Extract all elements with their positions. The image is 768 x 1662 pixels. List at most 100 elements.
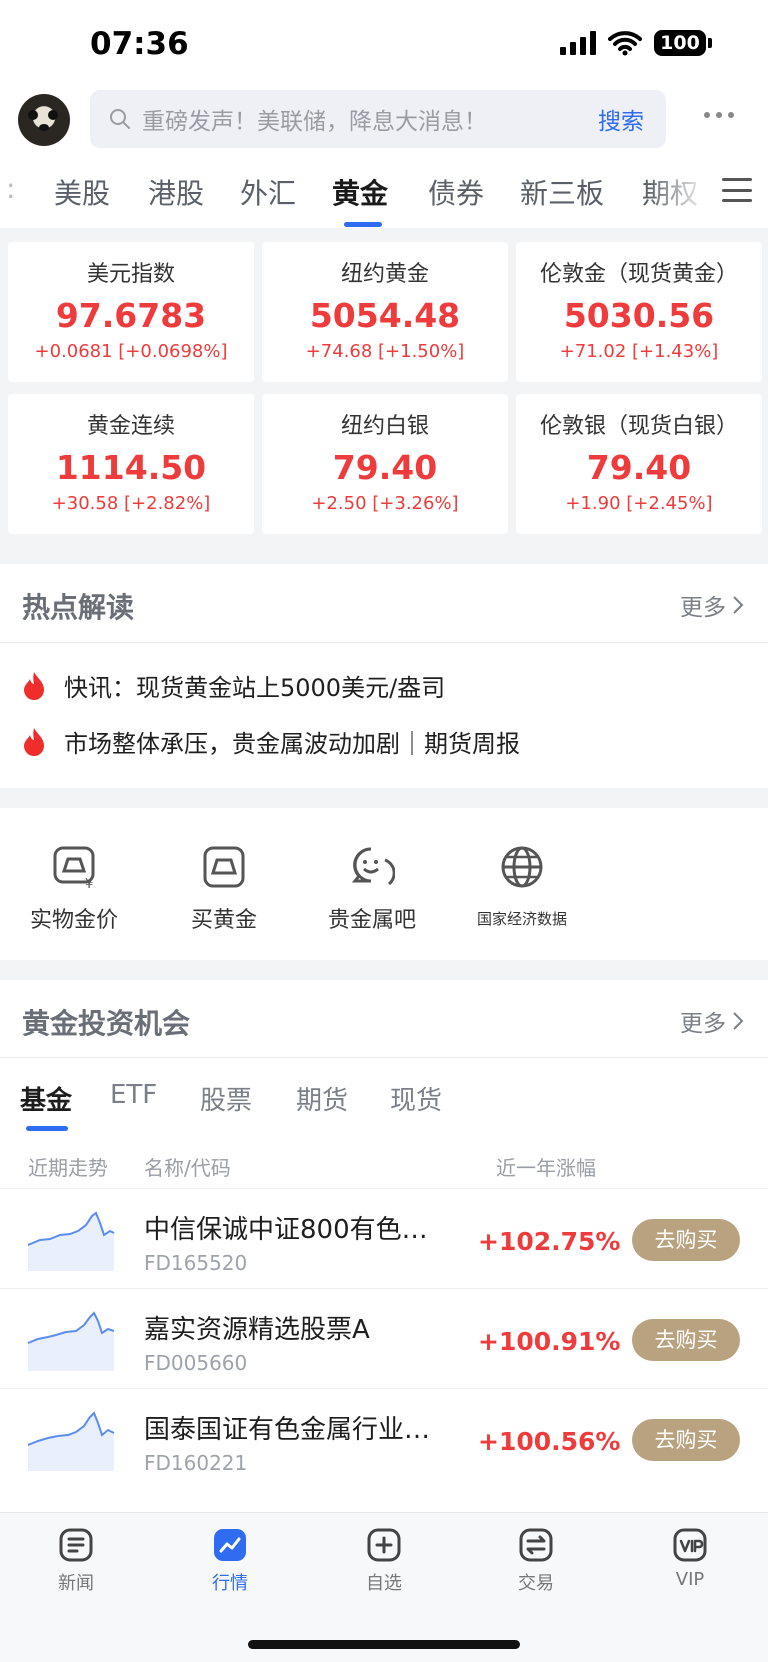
col-return[interactable]: 近一年涨幅: [496, 1152, 596, 1181]
fund-row[interactable]: 嘉实资源精选股票A FD005660 +100.91% 去购买: [0, 1288, 768, 1388]
quote-name: 伦敦金（现货黄金）: [539, 262, 738, 287]
search-icon: [110, 109, 130, 129]
quote-card[interactable]: 伦敦金（现货黄金） 5030.56 +71.02 [+1.43%]: [516, 242, 762, 382]
tab-spot[interactable]: 现货: [390, 1080, 442, 1117]
quote-change: +2.50 [+3.26%]: [311, 493, 459, 514]
tab-stocks[interactable]: 股票: [200, 1080, 252, 1117]
nav-trade[interactable]: 交易: [486, 1527, 586, 1595]
avatar[interactable]: [18, 94, 70, 146]
quote-name: 伦敦银（现货白银）: [539, 414, 738, 439]
quick-entry-gold-price[interactable]: ¥ 实物金价: [0, 844, 148, 934]
quote-grid: 美元指数 97.6783 +0.0681 [+0.0698%] 纽约黄金 505…: [0, 236, 768, 546]
quick-entries: ¥ 实物金价 买黄金 贵金属吧 国家经济数据: [0, 808, 768, 960]
section-title: 热点解读: [22, 591, 135, 624]
top-header: 重磅发声！美联储，降息大消息！ 搜索: [0, 90, 768, 152]
more-icon[interactable]: [704, 112, 734, 118]
wifi-icon: [608, 31, 642, 56]
quote-price: 1114.50: [55, 448, 207, 487]
nav-market[interactable]: 行情: [180, 1527, 280, 1595]
quote-name: 美元指数: [86, 262, 175, 287]
news-title: 快讯：现货黄金站上5000美元/盎司: [64, 674, 446, 702]
quick-entry-buy-gold[interactable]: 买黄金: [150, 844, 298, 934]
status-time: 07:36: [90, 26, 189, 62]
section-title: 黄金投资机会: [22, 1007, 191, 1040]
quick-entry-forum[interactable]: 贵金属吧: [298, 844, 446, 934]
fund-code: FD160221: [144, 1451, 248, 1475]
battery-icon: 100: [654, 30, 712, 56]
col-name: 名称/代码: [144, 1156, 231, 1180]
quote-name: 纽约黄金: [340, 262, 429, 287]
nav-watchlist[interactable]: 自选: [334, 1527, 434, 1595]
quote-price: 97.6783: [55, 296, 207, 335]
quote-card[interactable]: 纽约黄金 5054.48 +74.68 [+1.50%]: [262, 242, 508, 382]
market-icon: [214, 1529, 246, 1561]
quote-card[interactable]: 美元指数 97.6783 +0.0681 [+0.0698%]: [8, 242, 254, 382]
hot-topics-section: 热点解读 更多 快讯：现货黄金站上5000美元/盎司 市场整体承压，贵金属波动加…: [0, 564, 768, 788]
tab-forex[interactable]: 外汇: [240, 172, 296, 212]
news-item[interactable]: 市场整体承压，贵金属波动加剧｜期货周报: [22, 724, 520, 759]
search-bar[interactable]: 重磅发声！美联储，降息大消息！ 搜索: [90, 90, 666, 148]
status-bar: 07:36 100: [0, 0, 768, 90]
home-indicator[interactable]: [248, 1640, 520, 1649]
signal-icon: [560, 31, 596, 55]
tab-hk-stocks[interactable]: 港股: [148, 172, 204, 212]
quote-price: 79.40: [332, 448, 438, 487]
nav-vip[interactable]: VIP: [640, 1527, 740, 1590]
trend-sparkline: [27, 1211, 115, 1271]
news-icon: [59, 1528, 93, 1562]
more-link[interactable]: 更多: [680, 588, 744, 622]
quote-change: +30.58 [+2.82%]: [51, 493, 211, 514]
buy-button[interactable]: 去购买: [632, 1219, 740, 1261]
add-icon: [367, 1528, 401, 1562]
search-input[interactable]: 重磅发声！美联储，降息大消息！: [142, 102, 598, 136]
more-link[interactable]: 更多: [680, 1004, 744, 1038]
exchange-icon: [519, 1528, 553, 1562]
quick-entry-economic-data[interactable]: 国家经济数据: [448, 844, 596, 929]
active-tab-indicator: [344, 222, 382, 227]
chevron-right-icon: [733, 596, 744, 614]
col-trend: 近期走势: [28, 1156, 108, 1180]
quote-price: 5054.48: [309, 296, 461, 335]
fund-row[interactable]: 中信保诚中证800有色指数 FD165520 +102.75% 去购买: [0, 1188, 768, 1288]
quote-card[interactable]: 纽约白银 79.40 +2.50 [+3.26%]: [262, 394, 508, 534]
tab-partial: :: [6, 172, 16, 205]
active-tab-indicator: [26, 1126, 68, 1131]
nav-news[interactable]: 新闻: [26, 1527, 126, 1595]
quote-price: 5030.56: [563, 296, 715, 335]
tab-neeq[interactable]: 新三板: [520, 172, 604, 212]
quote-card[interactable]: 伦敦银（现货白银） 79.40 +1.90 [+2.45%]: [516, 394, 762, 534]
quote-change: +71.02 [+1.43%]: [559, 341, 719, 362]
quote-name: 黄金连续: [86, 414, 175, 439]
fund-row[interactable]: 国泰国证有色金属行业指数 FD160221 +100.56% 去购买: [0, 1388, 768, 1488]
buy-button[interactable]: 去购买: [632, 1419, 740, 1461]
tab-funds[interactable]: 基金: [20, 1080, 72, 1117]
menu-icon[interactable]: [722, 178, 752, 202]
chat-bubble-icon: [351, 847, 395, 886]
quote-change: +74.68 [+1.50%]: [305, 341, 465, 362]
trend-sparkline: [27, 1311, 115, 1371]
tab-us-stocks[interactable]: 美股: [54, 172, 110, 212]
market-tabs: : 美股 港股 外汇 黄金 债券 新三板 期权: [0, 152, 768, 228]
fire-icon: [24, 727, 44, 756]
tab-bonds[interactable]: 债券: [428, 172, 484, 212]
status-icons: 100: [560, 30, 712, 56]
globe-icon: [501, 846, 543, 888]
quote-name: 纽约白银: [340, 414, 429, 439]
fund-name: 国泰国证有色金属行业指数: [144, 1415, 444, 1445]
gold-bar-icon: [203, 846, 245, 888]
quote-change: +0.0681 [+0.0698%]: [34, 341, 228, 362]
quote-card[interactable]: 黄金连续 1114.50 +30.58 [+2.82%]: [8, 394, 254, 534]
news-title: 市场整体承压，贵金属波动加剧｜期货周报: [64, 730, 520, 758]
quote-change: +1.90 [+2.45%]: [565, 493, 713, 514]
tab-gold[interactable]: 黄金: [332, 172, 388, 212]
buy-button[interactable]: 去购买: [632, 1319, 740, 1361]
tab-futures[interactable]: 期货: [296, 1080, 348, 1117]
quote-price: 79.40: [586, 448, 692, 487]
search-button[interactable]: 搜索: [598, 102, 644, 136]
tab-etf[interactable]: ETF: [110, 1080, 157, 1110]
trend-sparkline: [27, 1411, 115, 1471]
gold-opportunities-section: 黄金投资机会 更多 基金 ETF 股票 期货 现货 近期走势 名称/代码 近一年…: [0, 980, 768, 1512]
chevron-right-icon: [733, 1012, 744, 1030]
news-item[interactable]: 快讯：现货黄金站上5000美元/盎司: [22, 668, 445, 703]
fund-return: +100.91%: [478, 1327, 621, 1356]
